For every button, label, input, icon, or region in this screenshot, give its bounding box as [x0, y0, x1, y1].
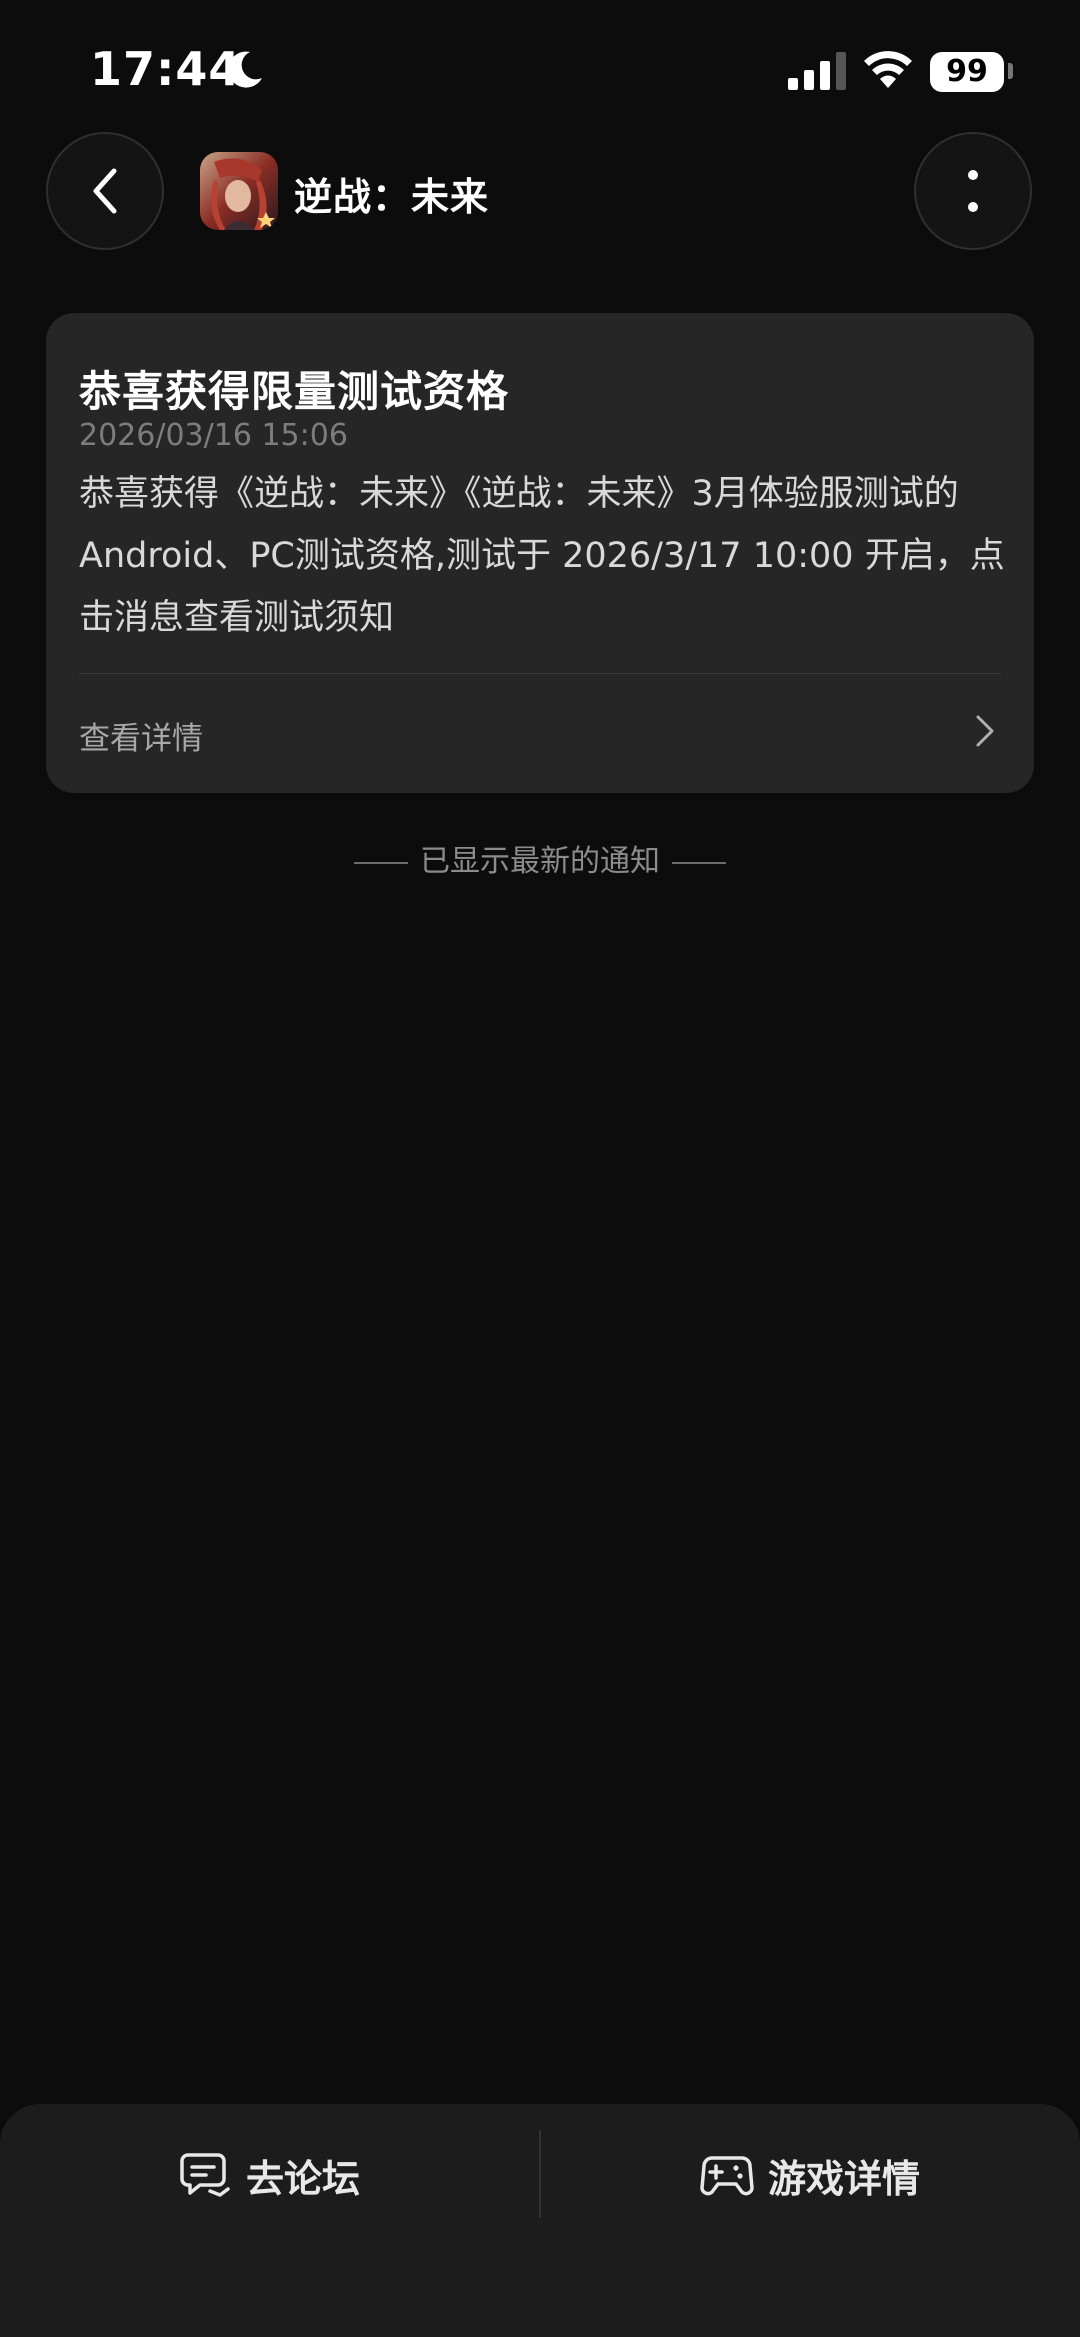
status-time: 17:44 [90, 42, 242, 96]
game-details-label: 游戏详情 [768, 2156, 921, 2201]
end-note-text: 已显示最新的通知 [420, 844, 660, 879]
notification-body: 恭喜获得《逆战：未来》《逆战：未来》3月体验服测试的Android、PC测试资格… [79, 474, 1005, 638]
chat-bubble-icon [180, 2153, 230, 2197]
go-to-forum-button[interactable]: 去论坛 [180, 2140, 360, 2210]
more-options-button[interactable] [914, 132, 1032, 250]
app-title[interactable]: 逆战：未来 [294, 166, 489, 221]
notification-card[interactable]: 恭喜获得限量测试资格 2026/03/16 15:06 恭喜获得《逆战：未来》《… [46, 313, 1034, 793]
app-icon [200, 152, 278, 230]
chevron-left-icon [93, 168, 117, 214]
battery-indicator: 99 [930, 52, 1004, 92]
cellular-signal-icon [788, 52, 846, 90]
divider-line [354, 861, 408, 864]
chevron-right-icon [976, 715, 994, 747]
back-button[interactable] [46, 132, 164, 250]
notification-timestamp: 2026/03/16 15:06 [79, 418, 348, 453]
bottom-separator [539, 2130, 541, 2218]
moon-icon [228, 51, 262, 88]
end-of-list-note: 已显示最新的通知 [0, 836, 1080, 880]
notification-title: 恭喜获得限量测试资格 [79, 367, 510, 416]
more-vertical-icon [968, 170, 978, 212]
game-details-button[interactable]: 游戏详情 [700, 2140, 920, 2210]
wifi-icon [864, 51, 912, 88]
battery-tip [1008, 63, 1013, 79]
view-details-link[interactable]: 查看详情 [79, 713, 203, 758]
status-bar: 17:44 99 [0, 0, 1080, 140]
card-divider [79, 673, 1001, 674]
gamepad-icon [700, 2156, 754, 2196]
divider-line [672, 861, 726, 864]
bottom-action-bar: 去论坛 游戏详情 [0, 2104, 1080, 2337]
go-to-forum-label: 去论坛 [246, 2156, 361, 2201]
